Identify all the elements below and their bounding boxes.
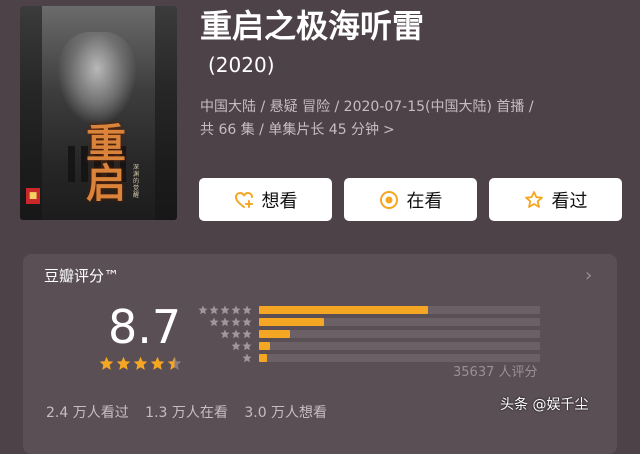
small-star-icon xyxy=(198,305,208,315)
poster-tagline: 深渊的觉醒 xyxy=(133,164,141,199)
rating-bar-2 xyxy=(259,342,540,350)
rating-row-label-2 xyxy=(196,340,252,352)
rating-bar-4 xyxy=(259,318,540,326)
rating-bar-fill-1 xyxy=(259,354,267,362)
small-star-icon xyxy=(242,341,252,351)
ratings-count[interactable]: 35637 人评分 xyxy=(453,364,538,382)
small-star-icon xyxy=(209,317,219,327)
poster-pillar-right xyxy=(155,6,177,220)
watched-count[interactable]: 2.4 万人看过 xyxy=(46,405,129,421)
want-to-watch-button[interactable]: 想看 xyxy=(199,178,332,221)
meta-info[interactable]: 中国大陆 / 悬疑 冒险 / 2020-07-15(中国大陆) 首播 / 共 6… xyxy=(200,96,534,142)
small-star-icon xyxy=(242,329,252,339)
small-star-icon xyxy=(231,317,241,327)
star-icon xyxy=(133,356,148,370)
star-icon xyxy=(150,356,165,370)
eye-circle-icon xyxy=(379,190,398,209)
poster-creature xyxy=(58,32,136,124)
small-star-icon xyxy=(209,305,219,315)
want-count[interactable]: 3.0 万人想看 xyxy=(244,405,327,421)
star-icon xyxy=(116,356,131,370)
star-icon xyxy=(99,356,114,370)
watermark: 头条 @娱千尘 xyxy=(500,397,589,413)
rating-row-label-1 xyxy=(196,352,252,364)
rating-stars xyxy=(99,356,182,371)
rating-bar-fill-5 xyxy=(259,306,428,314)
rating-bar-fill-2 xyxy=(259,342,270,350)
rating-row-label-4 xyxy=(196,316,252,328)
small-star-icon xyxy=(242,305,252,315)
small-star-icon xyxy=(231,341,241,351)
rating-score: 8.7 xyxy=(108,300,182,354)
small-star-icon xyxy=(242,353,252,363)
rating-bar-fill-3 xyxy=(259,330,290,338)
watching-count[interactable]: 1.3 万人在看 xyxy=(145,405,228,421)
audience-stats: 2.4 万人看过 1.3 万人在看 3.0 万人想看 xyxy=(46,403,339,423)
rating-row-label-3 xyxy=(196,328,252,340)
rating-row-label-5 xyxy=(196,304,252,316)
watching-button[interactable]: 在看 xyxy=(344,178,477,221)
small-star-icon xyxy=(220,329,230,339)
small-star-icon xyxy=(220,317,230,327)
small-star-icon xyxy=(242,317,252,327)
poster-image[interactable]: 重启 深渊的觉醒 ■ xyxy=(20,6,177,220)
meta-line-2: 共 66 集 / 单集片长 45 分钟 xyxy=(200,122,380,138)
chevron-right-icon[interactable]: › xyxy=(585,265,592,286)
rating-bar-1 xyxy=(259,354,540,362)
heart-plus-icon xyxy=(234,191,253,208)
watched-label: 看过 xyxy=(551,190,588,212)
rating-star-labels xyxy=(196,304,252,364)
rating-bar-3 xyxy=(259,330,540,338)
small-star-icon xyxy=(231,305,241,315)
poster-logo-mark: ■ xyxy=(26,188,40,204)
watched-button[interactable]: 看过 xyxy=(489,178,622,221)
page-title: 重启之极海听雷 xyxy=(200,7,425,45)
rating-panel-title: 豆瓣评分™ xyxy=(44,267,120,285)
small-star-icon xyxy=(220,305,230,315)
release-year: (2020) xyxy=(208,53,275,77)
rating-bar-5 xyxy=(259,306,540,314)
star-icon xyxy=(167,356,182,370)
chevron-right-icon: > xyxy=(383,122,395,138)
star-outline-icon xyxy=(524,190,543,208)
rating-bar-fill-4 xyxy=(259,318,324,326)
meta-line-1: 中国大陆 / 悬疑 冒险 / 2020-07-15(中国大陆) 首播 / xyxy=(200,99,534,115)
want-to-watch-label: 想看 xyxy=(261,190,298,212)
small-star-icon xyxy=(231,329,241,339)
watching-label: 在看 xyxy=(406,190,443,212)
